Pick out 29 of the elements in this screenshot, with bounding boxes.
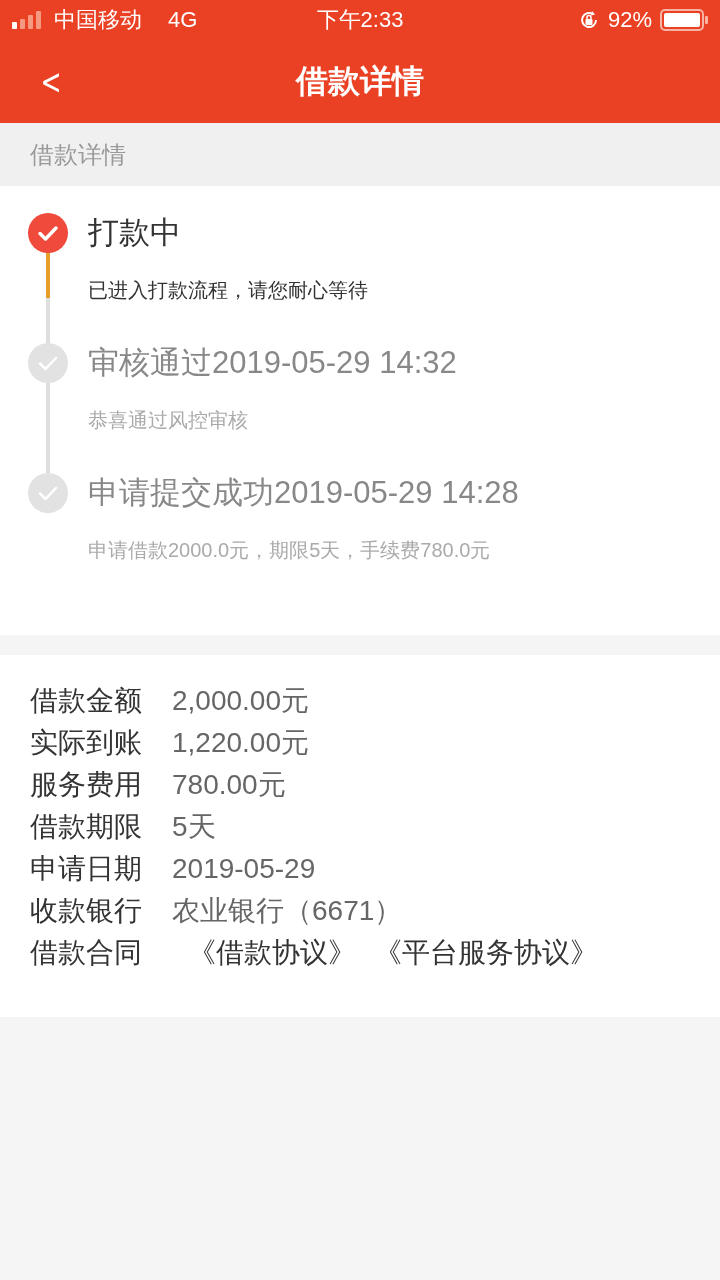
step-title: 打款中 xyxy=(88,214,182,252)
battery-icon xyxy=(660,9,708,31)
detail-value: 农业银行（6671） xyxy=(172,894,403,928)
detail-label: 借款期限 xyxy=(30,810,143,844)
detail-label: 收款银行 xyxy=(30,894,143,928)
status-time: 下午2:33 xyxy=(316,6,404,34)
agreement-link[interactable]: 《平台服务协议》 xyxy=(374,934,598,972)
step-description: 已进入打款流程，请您耐心等待 xyxy=(88,278,368,303)
detail-value: 1,220.00元 xyxy=(172,726,309,760)
agreement-link[interactable]: 《借款协议》 xyxy=(188,934,356,972)
step-description: 申请借款2000.0元，期限5天，手续费780.0元 xyxy=(88,538,492,563)
network-type: 4G xyxy=(168,7,198,33)
detail-label: 服务费用 xyxy=(30,768,143,802)
step-title: 申请提交成功2019-05-29 14:28 xyxy=(88,474,519,512)
detail-label: 借款金额 xyxy=(30,684,143,718)
detail-label: 申请日期 xyxy=(30,852,143,886)
detail-value: 2019-05-29 xyxy=(172,853,316,885)
detail-label: 借款合同 xyxy=(30,936,143,970)
carrier-name: 中国移动 xyxy=(54,6,142,34)
back-button[interactable]: < xyxy=(36,61,66,102)
page-title: 借款详情 xyxy=(296,61,424,101)
detail-value: 2,000.00元 xyxy=(172,684,309,718)
detail-value: 5天 xyxy=(172,810,216,844)
detail-label: 实际到账 xyxy=(30,726,143,760)
section-label: 借款详情 xyxy=(0,123,720,186)
step-description: 恭喜通过风控审核 xyxy=(88,408,249,433)
battery-percent: 92% xyxy=(607,7,652,33)
detail-value: 780.00元 xyxy=(172,768,286,802)
step-title: 审核通过2019-05-29 14:32 xyxy=(88,344,457,382)
